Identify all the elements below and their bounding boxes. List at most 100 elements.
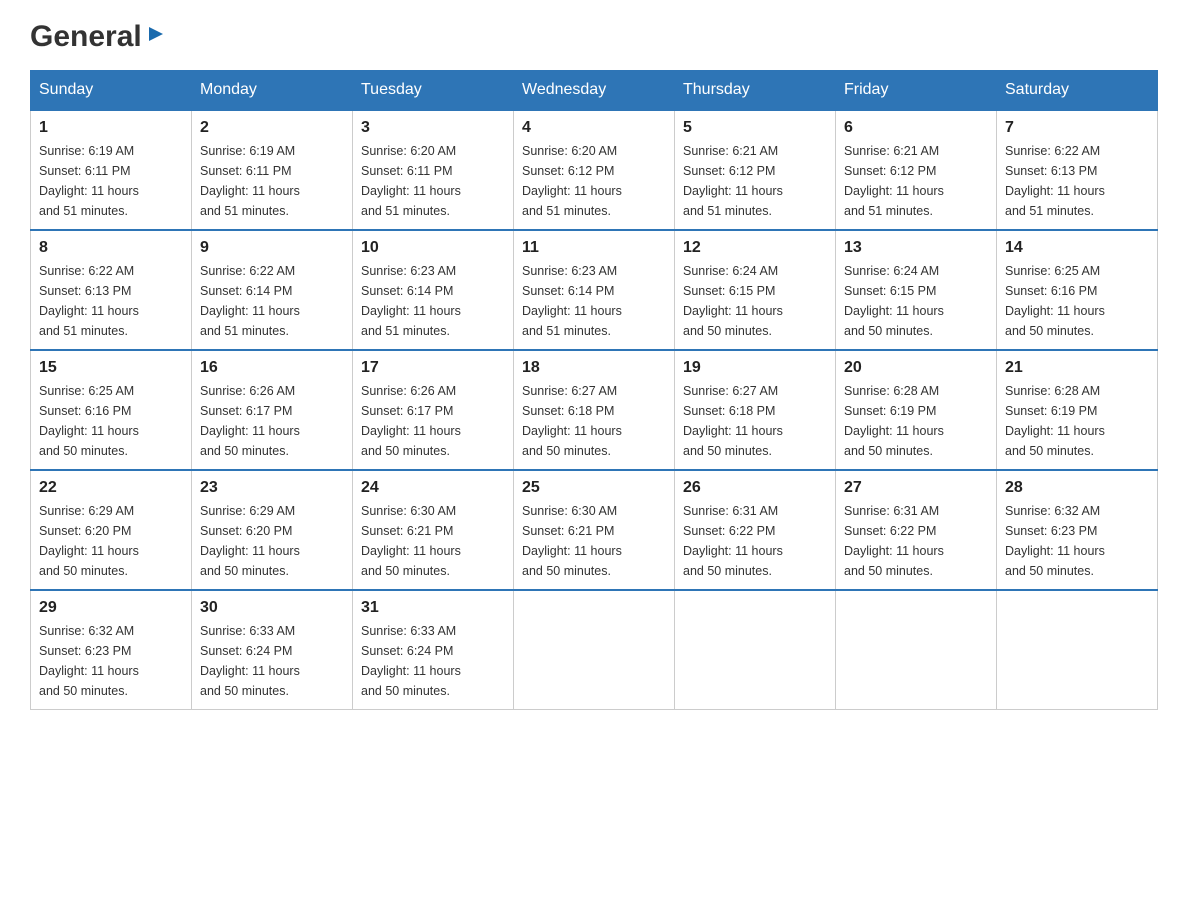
day-info: Sunrise: 6:21 AMSunset: 6:12 PMDaylight:… xyxy=(683,141,827,221)
day-number: 21 xyxy=(1005,359,1149,377)
day-info: Sunrise: 6:27 AMSunset: 6:18 PMDaylight:… xyxy=(683,381,827,461)
calendar-cell: 5 Sunrise: 6:21 AMSunset: 6:12 PMDaylight… xyxy=(675,110,836,230)
calendar-cell: 7Sunrise: 6:22 AMSunset: 6:13 PMDaylight… xyxy=(997,110,1158,230)
day-info: Sunrise: 6:30 AMSunset: 6:21 PMDaylight:… xyxy=(361,501,505,581)
day-number: 11 xyxy=(522,239,666,257)
weekday-header-sunday: Sunday xyxy=(31,71,192,111)
day-number: 18 xyxy=(522,359,666,377)
calendar-cell: 29Sunrise: 6:32 AMSunset: 6:23 PMDayligh… xyxy=(31,590,192,710)
calendar-cell: 8 Sunrise: 6:22 AMSunset: 6:13 PMDaylight… xyxy=(31,230,192,350)
logo-text-general: General xyxy=(30,20,142,54)
calendar-cell: 25 Sunrise: 6:30 AMSunset: 6:21 PMDayligh… xyxy=(514,470,675,590)
weekday-header-thursday: Thursday xyxy=(675,71,836,111)
day-info: Sunrise: 6:32 AMSunset: 6:23 PMDaylight:… xyxy=(39,621,183,701)
day-info: Sunrise: 6:28 AMSunset: 6:19 PMDaylight:… xyxy=(844,381,988,461)
day-number: 24 xyxy=(361,479,505,497)
calendar-cell: 31Sunrise: 6:33 AMSunset: 6:24 PMDayligh… xyxy=(353,590,514,710)
calendar-week-row: 1 Sunrise: 6:19 AMSunset: 6:11 PMDaylight… xyxy=(31,110,1158,230)
day-info: Sunrise: 6:25 AMSunset: 6:16 PMDaylight:… xyxy=(1005,261,1149,341)
calendar-cell: 13 Sunrise: 6:24 AMSunset: 6:15 PMDayligh… xyxy=(836,230,997,350)
day-info: Sunrise: 6:31 AMSunset: 6:22 PMDaylight:… xyxy=(683,501,827,581)
calendar-cell xyxy=(836,590,997,710)
calendar-cell: 12 Sunrise: 6:24 AMSunset: 6:15 PMDayligh… xyxy=(675,230,836,350)
calendar-cell: 15 Sunrise: 6:25 AMSunset: 6:16 PMDayligh… xyxy=(31,350,192,470)
calendar-cell: 9Sunrise: 6:22 AMSunset: 6:14 PMDaylight… xyxy=(192,230,353,350)
logo-line1: General xyxy=(30,20,167,54)
day-number: 5 xyxy=(683,119,827,137)
day-info: Sunrise: 6:25 AMSunset: 6:16 PMDaylight:… xyxy=(39,381,183,461)
day-number: 15 xyxy=(39,359,183,377)
calendar-header-row: SundayMondayTuesdayWednesdayThursdayFrid… xyxy=(31,71,1158,111)
day-info: Sunrise: 6:28 AMSunset: 6:19 PMDaylight:… xyxy=(1005,381,1149,461)
day-number: 25 xyxy=(522,479,666,497)
calendar-week-row: 29Sunrise: 6:32 AMSunset: 6:23 PMDayligh… xyxy=(31,590,1158,710)
day-info: Sunrise: 6:24 AMSunset: 6:15 PMDaylight:… xyxy=(844,261,988,341)
day-info: Sunrise: 6:26 AMSunset: 6:17 PMDaylight:… xyxy=(200,381,344,461)
calendar-cell: 14 Sunrise: 6:25 AMSunset: 6:16 PMDayligh… xyxy=(997,230,1158,350)
day-info: Sunrise: 6:22 AMSunset: 6:14 PMDaylight:… xyxy=(200,261,344,341)
calendar-cell: 18 Sunrise: 6:27 AMSunset: 6:18 PMDayligh… xyxy=(514,350,675,470)
weekday-header-saturday: Saturday xyxy=(997,71,1158,111)
weekday-header-friday: Friday xyxy=(836,71,997,111)
calendar-cell xyxy=(997,590,1158,710)
day-number: 14 xyxy=(1005,239,1149,257)
day-number: 13 xyxy=(844,239,988,257)
page-header: General xyxy=(30,20,1158,50)
calendar-cell: 3 Sunrise: 6:20 AMSunset: 6:11 PMDaylight… xyxy=(353,110,514,230)
calendar-table: SundayMondayTuesdayWednesdayThursdayFrid… xyxy=(30,70,1158,710)
day-info: Sunrise: 6:31 AMSunset: 6:22 PMDaylight:… xyxy=(844,501,988,581)
calendar-cell: 23 Sunrise: 6:29 AMSunset: 6:20 PMDayligh… xyxy=(192,470,353,590)
day-number: 20 xyxy=(844,359,988,377)
calendar-cell: 17Sunrise: 6:26 AMSunset: 6:17 PMDayligh… xyxy=(353,350,514,470)
calendar-cell xyxy=(675,590,836,710)
day-number: 8 xyxy=(39,239,183,257)
day-number: 28 xyxy=(1005,479,1149,497)
weekday-header-monday: Monday xyxy=(192,71,353,111)
day-number: 7 xyxy=(1005,119,1149,137)
calendar-cell: 1 Sunrise: 6:19 AMSunset: 6:11 PMDaylight… xyxy=(31,110,192,230)
day-info: Sunrise: 6:32 AMSunset: 6:23 PMDaylight:… xyxy=(1005,501,1149,581)
calendar-cell: 4Sunrise: 6:20 AMSunset: 6:12 PMDaylight… xyxy=(514,110,675,230)
calendar-cell: 16 Sunrise: 6:26 AMSunset: 6:17 PMDayligh… xyxy=(192,350,353,470)
day-number: 30 xyxy=(200,599,344,617)
day-info: Sunrise: 6:29 AMSunset: 6:20 PMDaylight:… xyxy=(39,501,183,581)
logo-arrow-icon xyxy=(145,23,167,50)
calendar-cell: 28 Sunrise: 6:32 AMSunset: 6:23 PMDayligh… xyxy=(997,470,1158,590)
day-info: Sunrise: 6:20 AMSunset: 6:12 PMDaylight:… xyxy=(522,141,666,221)
calendar-cell: 22Sunrise: 6:29 AMSunset: 6:20 PMDayligh… xyxy=(31,470,192,590)
day-info: Sunrise: 6:19 AMSunset: 6:11 PMDaylight:… xyxy=(200,141,344,221)
day-info: Sunrise: 6:30 AMSunset: 6:21 PMDaylight:… xyxy=(522,501,666,581)
day-number: 10 xyxy=(361,239,505,257)
weekday-header-tuesday: Tuesday xyxy=(353,71,514,111)
day-info: Sunrise: 6:27 AMSunset: 6:18 PMDaylight:… xyxy=(522,381,666,461)
calendar-week-row: 8 Sunrise: 6:22 AMSunset: 6:13 PMDaylight… xyxy=(31,230,1158,350)
day-info: Sunrise: 6:19 AMSunset: 6:11 PMDaylight:… xyxy=(39,141,183,221)
calendar-cell: 19 Sunrise: 6:27 AMSunset: 6:18 PMDayligh… xyxy=(675,350,836,470)
day-number: 23 xyxy=(200,479,344,497)
calendar-cell: 11 Sunrise: 6:23 AMSunset: 6:14 PMDayligh… xyxy=(514,230,675,350)
day-info: Sunrise: 6:26 AMSunset: 6:17 PMDaylight:… xyxy=(361,381,505,461)
day-number: 3 xyxy=(361,119,505,137)
day-number: 1 xyxy=(39,119,183,137)
day-info: Sunrise: 6:20 AMSunset: 6:11 PMDaylight:… xyxy=(361,141,505,221)
calendar-cell: 24 Sunrise: 6:30 AMSunset: 6:21 PMDayligh… xyxy=(353,470,514,590)
calendar-cell: 21 Sunrise: 6:28 AMSunset: 6:19 PMDayligh… xyxy=(997,350,1158,470)
day-info: Sunrise: 6:23 AMSunset: 6:14 PMDaylight:… xyxy=(522,261,666,341)
day-number: 12 xyxy=(683,239,827,257)
day-info: Sunrise: 6:29 AMSunset: 6:20 PMDaylight:… xyxy=(200,501,344,581)
day-number: 19 xyxy=(683,359,827,377)
calendar-week-row: 15 Sunrise: 6:25 AMSunset: 6:16 PMDayligh… xyxy=(31,350,1158,470)
day-number: 16 xyxy=(200,359,344,377)
day-info: Sunrise: 6:23 AMSunset: 6:14 PMDaylight:… xyxy=(361,261,505,341)
logo: General xyxy=(30,20,167,50)
day-number: 31 xyxy=(361,599,505,617)
day-number: 27 xyxy=(844,479,988,497)
calendar-cell xyxy=(514,590,675,710)
day-number: 26 xyxy=(683,479,827,497)
calendar-cell: 20 Sunrise: 6:28 AMSunset: 6:19 PMDayligh… xyxy=(836,350,997,470)
day-info: Sunrise: 6:24 AMSunset: 6:15 PMDaylight:… xyxy=(683,261,827,341)
calendar-cell: 27 Sunrise: 6:31 AMSunset: 6:22 PMDayligh… xyxy=(836,470,997,590)
day-info: Sunrise: 6:22 AMSunset: 6:13 PMDaylight:… xyxy=(39,261,183,341)
calendar-cell: 2Sunrise: 6:19 AMSunset: 6:11 PMDaylight… xyxy=(192,110,353,230)
day-info: Sunrise: 6:33 AMSunset: 6:24 PMDaylight:… xyxy=(200,621,344,701)
